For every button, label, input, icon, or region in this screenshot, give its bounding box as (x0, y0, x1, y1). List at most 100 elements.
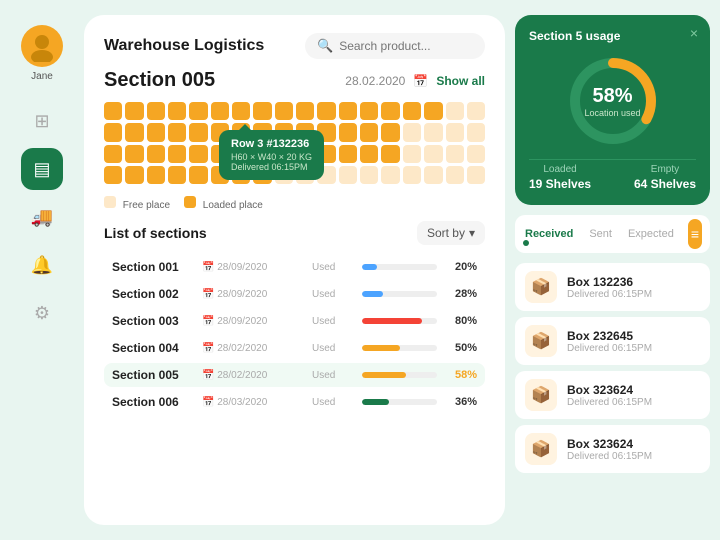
usage-card-title: Section 5 usage (529, 29, 696, 43)
sidebar-item-settings[interactable]: ⚙ (21, 292, 63, 334)
shelf-cell[interactable] (381, 166, 399, 184)
shelf-cell[interactable] (168, 166, 186, 184)
table-row[interactable]: Section 004 📅 28/02/2020 Used 50% (104, 336, 485, 360)
progress-fill (362, 399, 389, 405)
shelf-cell[interactable] (467, 123, 485, 141)
shelf-cell[interactable] (339, 123, 357, 141)
shelf-cell[interactable] (360, 102, 378, 120)
shelf-cell[interactable] (104, 102, 122, 120)
empty-label: Empty (634, 164, 696, 175)
search-box[interactable]: 🔍 (305, 33, 485, 59)
main-panel: Warehouse Logistics 🔍 Section 005 28.02.… (84, 15, 505, 525)
section-date: 28.02.2020 (345, 74, 405, 88)
shelf-cell[interactable] (360, 166, 378, 184)
shelf-cell[interactable] (403, 145, 421, 163)
filter-button[interactable]: ≡ (688, 219, 702, 249)
shelf-cell[interactable] (104, 145, 122, 163)
table-row[interactable]: Section 003 📅 28/09/2020 Used 80% (104, 309, 485, 333)
top-bar: Warehouse Logistics 🔍 (104, 33, 485, 59)
shelf-cell[interactable] (339, 102, 357, 120)
shelf-cell[interactable] (147, 102, 165, 120)
shelf-cell[interactable] (189, 123, 207, 141)
shelf-cell[interactable] (360, 123, 378, 141)
sidebar-item-alerts[interactable]: 🔔 (21, 244, 63, 286)
shelf-cell[interactable] (275, 102, 293, 120)
shelf-cell[interactable] (467, 102, 485, 120)
shelf-cell[interactable] (381, 145, 399, 163)
shelf-cell[interactable] (403, 123, 421, 141)
row-percent: 20% (437, 261, 477, 273)
shelf-cell[interactable] (168, 123, 186, 141)
box-name: Box 132236 (567, 275, 652, 289)
search-icon: 🔍 (317, 38, 333, 54)
shelf-cell[interactable] (360, 145, 378, 163)
table-row[interactable]: Section 005 📅 28/02/2020 Used 58% (104, 363, 485, 387)
shelf-cell[interactable] (424, 145, 442, 163)
show-all-link[interactable]: Show all (436, 74, 485, 88)
shelf-cell[interactable] (339, 145, 357, 163)
shelf-cell[interactable] (446, 123, 464, 141)
tabs-bar: Received Sent Expected ≡ (515, 215, 710, 253)
sidebar-nav: ⊞ ▤ 🚚 🔔 ⚙ (10, 100, 74, 334)
shelf-cell[interactable] (189, 166, 207, 184)
shelf-cell[interactable] (147, 123, 165, 141)
shelf-cell[interactable] (403, 102, 421, 120)
shelf-cell[interactable] (125, 145, 143, 163)
table-row[interactable]: Section 006 📅 28/03/2020 Used 36% (104, 390, 485, 414)
progress-bar (362, 264, 437, 270)
shelf-cell[interactable] (147, 166, 165, 184)
shelf-cell[interactable] (381, 102, 399, 120)
shelf-cell[interactable] (125, 102, 143, 120)
shelf-cell[interactable] (339, 166, 357, 184)
close-button[interactable]: × (690, 25, 698, 41)
section-meta: 28.02.2020 📅 Show all (345, 74, 485, 88)
shelf-cell[interactable] (189, 102, 207, 120)
shelf-cell[interactable] (424, 166, 442, 184)
shelf-cell[interactable] (168, 145, 186, 163)
search-input[interactable] (339, 39, 473, 53)
shelf-cell[interactable] (232, 102, 250, 120)
box-list: 📦 Box 132236 Delivered 06:15PM 📦 Box 232… (515, 263, 710, 525)
shelf-cell[interactable] (168, 102, 186, 120)
shelf-cell[interactable] (253, 102, 271, 120)
row-used-label: Used (312, 343, 362, 354)
table-row[interactable]: Section 001 📅 28/09/2020 Used 20% (104, 255, 485, 279)
list-item[interactable]: 📦 Box 232645 Delivered 06:15PM (515, 317, 710, 365)
sidebar-item-delivery[interactable]: 🚚 (21, 196, 63, 238)
progress-fill (362, 372, 406, 378)
list-item[interactable]: 📦 Box 132236 Delivered 06:15PM (515, 263, 710, 311)
shelf-cell[interactable] (424, 102, 442, 120)
shelf-cell[interactable] (189, 145, 207, 163)
legend-loaded: Loaded place (184, 196, 263, 211)
table-row[interactable]: Section 002 📅 28/09/2020 Used 28% (104, 282, 485, 306)
tab-received[interactable]: Received (523, 224, 575, 244)
sort-button[interactable]: Sort by ▾ (417, 221, 485, 245)
shelf-cell[interactable] (381, 123, 399, 141)
shelf-cell[interactable] (147, 145, 165, 163)
shelf-cell[interactable] (104, 166, 122, 184)
free-dot (104, 196, 116, 208)
shelf-cell[interactable] (296, 102, 314, 120)
shelf-cell[interactable] (467, 145, 485, 163)
shelf-cell[interactable] (467, 166, 485, 184)
progress-bar (362, 345, 437, 351)
shelf-cell[interactable] (125, 166, 143, 184)
shelf-cell[interactable] (446, 145, 464, 163)
tab-sent[interactable]: Sent (587, 224, 614, 244)
shelf-cell[interactable] (424, 123, 442, 141)
tab-expected[interactable]: Expected (626, 224, 676, 244)
box-info: Box 132236 Delivered 06:15PM (567, 275, 652, 300)
shelf-cell[interactable] (125, 123, 143, 141)
usage-stats: Loaded 19 Shelves Empty 64 Shelves (529, 159, 696, 191)
shelf-cell[interactable] (211, 102, 229, 120)
list-item[interactable]: 📦 Box 323624 Delivered 06:15PM (515, 425, 710, 473)
sidebar-item-dashboard[interactable]: ⊞ (21, 100, 63, 142)
list-item[interactable]: 📦 Box 323624 Delivered 06:15PM (515, 371, 710, 419)
shelf-cell[interactable] (446, 166, 464, 184)
row-used-label: Used (312, 262, 362, 273)
sidebar-item-inventory[interactable]: ▤ (21, 148, 63, 190)
shelf-cell[interactable] (104, 123, 122, 141)
shelf-cell[interactable] (446, 102, 464, 120)
shelf-cell[interactable] (403, 166, 421, 184)
shelf-cell[interactable] (317, 102, 335, 120)
